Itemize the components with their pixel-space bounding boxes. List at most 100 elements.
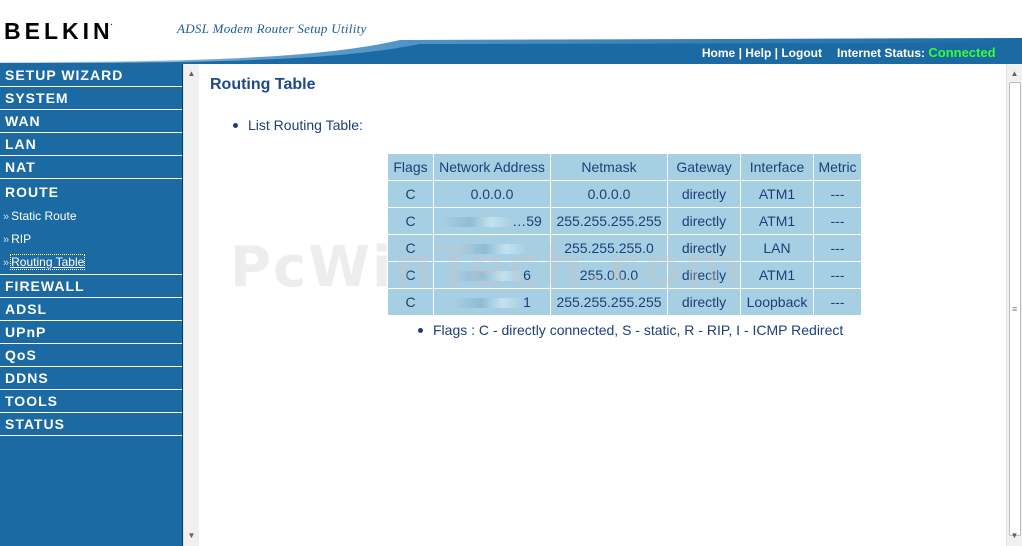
sidebar-subitem-rip[interactable]: » RIP (0, 228, 182, 251)
header-netmask: Netmask (551, 154, 667, 180)
header-gateway: Gateway (668, 154, 740, 180)
table-row: C 0.0.0.0 0.0.0.0 directly ATM1 --- (388, 181, 861, 207)
cell-network-address-text: …59 (512, 213, 542, 229)
top-links: Home | Help | Logout (702, 46, 822, 60)
header-network-address: Network Address (434, 154, 550, 180)
scroll-up-arrow-icon[interactable]: ▲ (184, 66, 199, 82)
flags-legend: Flags : C - directly connected, S - stat… (418, 322, 843, 338)
cell-netmask: 0.0.0.0 (551, 181, 667, 207)
cell-interface: ATM1 (741, 208, 813, 234)
cell-network-address: 1 (434, 289, 550, 315)
redacted-blur (457, 244, 527, 255)
cell-flags: C (388, 208, 433, 234)
table-row: C 6 255.0.0.0 directly ATM1 --- (388, 262, 861, 288)
cell-metric: --- (814, 235, 861, 261)
table-row: C …59 255.255.255.255 directly ATM1 --- (388, 208, 861, 234)
cell-network-address: …59 (434, 208, 550, 234)
sidebar-item-nat[interactable]: NAT (0, 156, 182, 179)
grip-icon: ≡ (1012, 304, 1018, 314)
cell-netmask: 255.255.255.0 (551, 235, 667, 261)
sidebar-subitem-label: RIP (11, 232, 32, 246)
brand-text: BELKIN (4, 18, 114, 44)
routing-table: Flags Network Address Netmask Gateway In… (387, 153, 862, 316)
internet-status: Internet Status: Connected (837, 45, 996, 60)
list-label-text: List Routing Table: (248, 117, 363, 133)
sidebar-item-setup-wizard[interactable]: SETUP WIZARD (0, 64, 182, 87)
scroll-down-arrow-icon[interactable]: ▼ (1007, 528, 1022, 544)
cell-interface: ATM1 (741, 262, 813, 288)
internet-status-label: Internet Status: (837, 46, 926, 60)
sidebar-item-firewall[interactable]: FIREWALL (0, 275, 182, 298)
sidebar-item-adsl[interactable]: ADSL (0, 298, 182, 321)
cell-netmask: 255.255.255.255 (551, 289, 667, 315)
cell-network-address-text: 1 (523, 294, 531, 310)
main-content: Routing Table List Routing Table: Flags … (199, 64, 1006, 546)
sidebar-item-upnp[interactable]: UPnP (0, 321, 182, 344)
table-header-row: Flags Network Address Netmask Gateway In… (388, 154, 861, 180)
sidebar-item-tools[interactable]: TOOLS (0, 390, 182, 413)
header-metric: Metric (814, 154, 861, 180)
internet-status-value: Connected (928, 45, 996, 60)
sidebar-scrollbar[interactable]: ▲ ▼ (183, 64, 199, 546)
redacted-blur (453, 298, 524, 309)
scroll-up-arrow-icon[interactable]: ▲ (1007, 66, 1022, 82)
cell-network-address (434, 235, 550, 261)
sidebar-route-group: ROUTE » Static Route » RIP » Routing Table (0, 179, 182, 275)
cell-gateway: directly (668, 289, 740, 315)
app-subtitle: ADSL Modem Router Setup Utility (177, 21, 367, 36)
belkin-logo: BELKIN. (4, 18, 116, 45)
bullet-icon (233, 122, 238, 128)
sidebar-item-lan[interactable]: LAN (0, 133, 182, 156)
sidebar-item-status[interactable]: STATUS (0, 413, 182, 436)
redacted-blur (442, 217, 513, 228)
link-separator: | (738, 46, 742, 60)
logout-link[interactable]: Logout (781, 46, 822, 60)
sidebar-item-wan[interactable]: WAN (0, 110, 182, 133)
cell-network-address: 0.0.0.0 (434, 181, 550, 207)
sidebar-subitem-static-route[interactable]: » Static Route (0, 205, 182, 228)
sidebar-nav: SETUP WIZARD SYSTEM WAN LAN NAT ROUTE » S… (0, 64, 183, 546)
header-interface: Interface (741, 154, 813, 180)
page-scrollbar[interactable]: ▲ ≡ ▼ (1006, 64, 1022, 546)
cell-flags: C (388, 235, 433, 261)
scroll-thumb[interactable]: ≡ (1009, 82, 1021, 536)
cell-flags: C (388, 289, 433, 315)
brand-mark: . (110, 20, 113, 27)
cell-netmask: 255.255.255.255 (551, 208, 667, 234)
cell-metric: --- (814, 289, 861, 315)
page-title: Routing Table (210, 76, 316, 93)
cell-network-address-text: 6 (523, 267, 531, 283)
arrow-icon: » (3, 257, 10, 269)
header-flags: Flags (388, 154, 433, 180)
sidebar-item-qos[interactable]: QoS (0, 344, 182, 367)
cell-gateway: directly (668, 208, 740, 234)
table-row: C 1 255.255.255.255 directly Loopback --… (388, 289, 861, 315)
sidebar-item-route[interactable]: ROUTE (0, 179, 182, 205)
bullet-icon (418, 327, 423, 333)
cell-metric: --- (814, 262, 861, 288)
scroll-down-arrow-icon[interactable]: ▼ (184, 528, 199, 544)
header: BELKIN. ADSL Modem Router Setup Utility … (0, 0, 1022, 64)
table-row: C 255.255.255.0 directly LAN --- (388, 235, 861, 261)
cell-interface: ATM1 (741, 181, 813, 207)
cell-interface: Loopback (741, 289, 813, 315)
cell-network-address: 6 (434, 262, 550, 288)
sidebar-subitem-label: Static Route (11, 209, 77, 223)
cell-gateway: directly (668, 235, 740, 261)
sidebar-subitem-routing-table[interactable]: » Routing Table (0, 251, 182, 274)
home-link[interactable]: Home (702, 46, 735, 60)
flags-legend-text: Flags : C - directly connected, S - stat… (433, 322, 844, 338)
sidebar-item-ddns[interactable]: DDNS (0, 367, 182, 390)
arrow-icon: » (3, 211, 10, 223)
cell-gateway: directly (668, 262, 740, 288)
cell-gateway: directly (668, 181, 740, 207)
sidebar-subitem-label: Routing Table (10, 254, 86, 270)
help-link[interactable]: Help (745, 46, 771, 60)
cell-metric: --- (814, 208, 861, 234)
cell-metric: --- (814, 181, 861, 207)
sidebar-item-system[interactable]: SYSTEM (0, 87, 182, 110)
cell-flags: C (388, 262, 433, 288)
cell-netmask: 255.0.0.0 (551, 262, 667, 288)
arrow-icon: » (3, 234, 10, 246)
list-routing-table-label: List Routing Table: (233, 117, 363, 133)
